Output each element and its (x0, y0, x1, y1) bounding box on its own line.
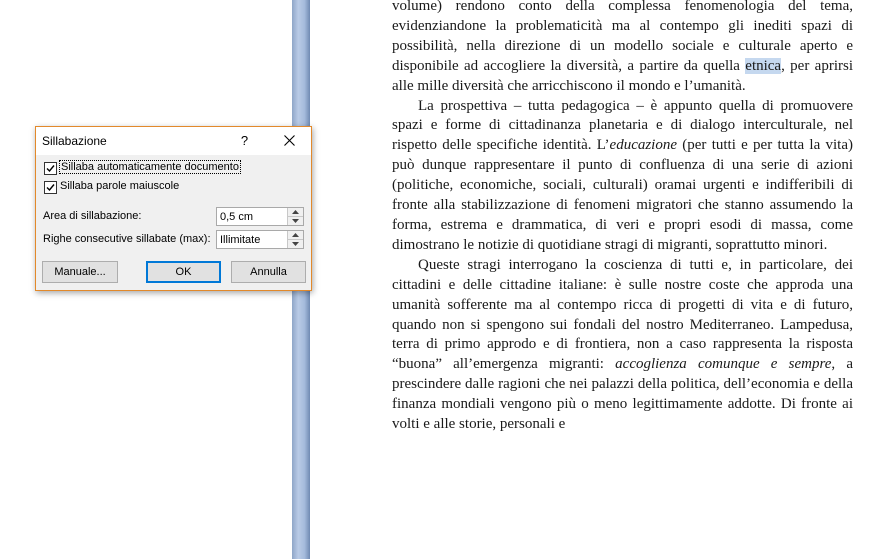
manual-button[interactable]: Manuale... (42, 261, 118, 283)
close-icon (284, 135, 295, 146)
checkmark-icon (46, 165, 55, 173)
checkmark-icon (46, 184, 55, 192)
spin-down-icon (292, 219, 299, 223)
paragraph-3: Queste stragi interrogano la coscienza d… (392, 256, 853, 435)
text-run: Queste stragi interrogano la coscienza d… (392, 256, 853, 373)
hyphenation-zone-label: Area di sillabazione: (43, 210, 142, 222)
text-run: (per tutti e per tutta la vita) può dunq… (392, 137, 853, 253)
cancel-button[interactable]: Annulla (231, 261, 306, 283)
dialog-titlebar[interactable]: Sillabazione ? (36, 127, 311, 155)
spin-down-button[interactable] (288, 240, 303, 248)
consecutive-lines-label: Righe consecutive sillabate (max): (43, 233, 211, 245)
spin-up-icon (292, 210, 299, 214)
paragraph-1: volume) rendono conto della complessa fe… (392, 0, 853, 97)
spinner-buttons (287, 208, 303, 225)
spin-up-icon (292, 233, 299, 237)
document-body[interactable]: volume) rendono conto della complessa fe… (392, 0, 853, 435)
consecutive-lines-spinner[interactable] (216, 230, 304, 249)
spin-down-button[interactable] (288, 217, 303, 225)
help-button[interactable]: ? (236, 127, 253, 155)
close-button[interactable] (276, 127, 304, 155)
hyphenate-caps-label[interactable]: Sillaba parole maiuscole (60, 180, 179, 192)
checkbox-box[interactable] (44, 162, 57, 175)
dialog-title: Sillabazione (42, 134, 107, 148)
spinner-buttons (287, 231, 303, 248)
spin-up-button[interactable] (288, 231, 303, 240)
paragraph-2: La prospettiva – tutta pedagogica – è ap… (392, 97, 853, 256)
ok-button[interactable]: OK (146, 261, 221, 283)
italic-text: accoglienza comunque e sempre (615, 356, 832, 373)
selected-word: etnica (745, 57, 782, 74)
spin-up-button[interactable] (288, 208, 303, 217)
checkbox-box[interactable] (44, 181, 57, 194)
spin-down-icon (292, 242, 299, 246)
hyphenation-zone-input[interactable] (217, 208, 287, 225)
hyphenation-zone-spinner[interactable] (216, 207, 304, 226)
auto-hyphenate-label[interactable]: Sillaba automaticamente documento (59, 160, 241, 174)
italic-text: educazione (609, 137, 678, 154)
hyphenation-dialog: Sillabazione ? Sillaba automaticamente d… (35, 126, 312, 291)
consecutive-lines-input[interactable] (217, 231, 287, 248)
